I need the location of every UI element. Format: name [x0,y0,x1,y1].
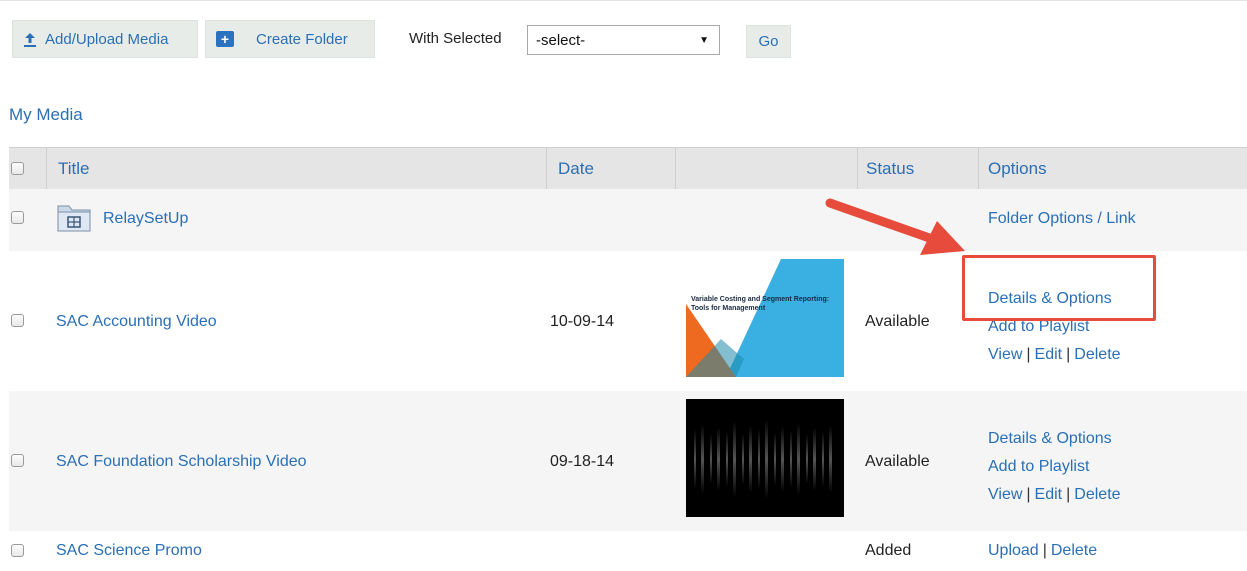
separator: | [1066,346,1071,363]
column-header-date[interactable]: Date [558,159,594,179]
column-divider [675,148,676,190]
row-checkbox[interactable] [11,454,24,467]
create-folder-button[interactable]: + Create Folder [205,20,375,58]
column-header-options[interactable]: Options [988,159,1047,179]
top-divider [0,0,1247,1]
row-checkbox[interactable] [11,211,24,224]
row-options: Details & Options Add to Playlist View | E… [988,425,1121,509]
column-divider [546,148,547,190]
media-status: Added [865,542,912,559]
upload-icon [23,32,37,47]
delete-link[interactable]: Delete [1074,346,1120,363]
view-link[interactable]: View [988,346,1022,363]
folder-icon [57,205,91,232]
separator: | [1042,542,1047,559]
media-title-link[interactable]: SAC Science Promo [56,542,202,560]
my-media-breadcrumb[interactable]: My Media [9,105,83,125]
slide-thumbnail-icon [686,259,844,377]
media-status: Available [865,313,930,330]
folder-title-link[interactable]: RelaySetUp [103,210,188,228]
view-link[interactable]: View [988,486,1022,503]
media-date: 10-09-14 [550,313,615,330]
media-title-link[interactable]: SAC Foundation Scholarship Video [56,453,307,471]
video-thumbnail[interactable]: Variable Costing and Segment Reporting: … [686,259,844,377]
details-options-link[interactable]: Details & Options [988,425,1121,453]
media-status: Available [865,453,930,470]
table-row: RelaySetUp Folder Options / Link [9,189,1247,251]
upload-link[interactable]: Upload [988,542,1039,559]
add-to-playlist-link[interactable]: Add to Playlist [988,453,1121,481]
with-selected-label: With Selected [409,30,502,47]
table-row: SAC Foundation Scholarship Video 09-18-1… [9,391,1247,531]
dark-thumbnail-icon [686,399,844,517]
video-thumbnail[interactable] [686,399,844,517]
table-row: SAC Science Promo Added Upload | Delete [9,531,1247,571]
add-upload-media-button[interactable]: Add/Upload Media [12,20,198,58]
add-upload-media-label: Add/Upload Media [45,30,169,48]
column-divider [978,148,979,190]
bulk-action-select[interactable]: -select- ▼ [527,25,720,55]
column-divider [857,148,858,190]
table-header: Title Date Status Options [9,147,1247,190]
column-header-title[interactable]: Title [58,159,90,179]
delete-link[interactable]: Delete [1051,542,1097,559]
thumbnail-title: Variable Costing and Segment Reporting: … [691,296,830,312]
separator: | [1026,346,1031,363]
delete-link[interactable]: Delete [1074,486,1120,503]
go-button[interactable]: Go [746,25,791,58]
dropdown-caret-icon: ▼ [699,35,709,46]
new-folder-icon: + [216,31,234,47]
create-folder-label: Create Folder [256,30,348,48]
media-title-link[interactable]: SAC Accounting Video [56,313,217,331]
folder-options-link[interactable]: Folder Options / Link [988,210,1136,228]
row-checkbox[interactable] [11,314,24,327]
edit-link[interactable]: Edit [1035,346,1063,363]
media-date: 09-18-14 [550,453,615,470]
select-all-checkbox[interactable] [11,162,24,175]
bulk-action-value: -select- [536,31,586,49]
separator: | [1066,486,1071,503]
annotation-highlight-box [962,255,1156,321]
annotation-arrow-icon [825,198,965,255]
row-checkbox[interactable] [11,544,24,557]
column-header-status[interactable]: Status [866,159,914,179]
column-divider [46,148,47,190]
separator: | [1026,486,1031,503]
row-options: Upload | Delete [988,542,1097,560]
edit-link[interactable]: Edit [1035,486,1063,503]
